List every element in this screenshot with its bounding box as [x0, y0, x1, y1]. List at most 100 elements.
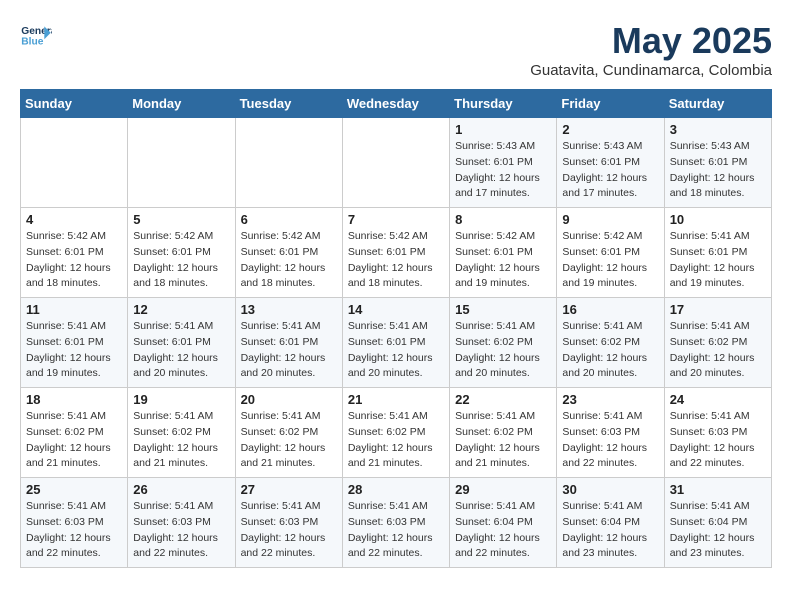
day-number: 17: [670, 302, 766, 317]
col-header-saturday: Saturday: [664, 90, 771, 118]
calendar-cell: 10Sunrise: 5:41 AM Sunset: 6:01 PM Dayli…: [664, 208, 771, 298]
day-info: Sunrise: 5:41 AM Sunset: 6:01 PM Dayligh…: [133, 319, 229, 382]
calendar-cell: 29 Sunrise: 5:41 AM Sunset: 6:04 PM Dayli…: [450, 478, 557, 568]
day-info: Sunrise: 5:41 AM Sunset: 6:02 PM Dayligh…: [455, 319, 551, 382]
calendar-cell: 23 Sunrise: 5:41 AM Sunset: 6:03 PM Dayli…: [557, 388, 664, 478]
week-row-3: 11 Sunrise: 5:41 AM Sunset: 6:01 PM Dayli…: [21, 298, 772, 388]
calendar-table: SundayMondayTuesdayWednesdayThursdayFrid…: [20, 89, 772, 568]
day-info: Sunrise: 5:42 AM Sunset: 6:01 PM Dayligh…: [26, 229, 122, 292]
calendar-cell: 16 Sunrise: 5:41 AM Sunset: 6:02 PM Dayli…: [557, 298, 664, 388]
header-row: SundayMondayTuesdayWednesdayThursdayFrid…: [21, 90, 772, 118]
day-info: Sunrise: 5:41 AM Sunset: 6:02 PM Dayligh…: [670, 319, 766, 382]
logo-icon: General Blue: [20, 20, 52, 52]
day-info: Sunrise: 5:41 AM Sunset: 6:02 PM Dayligh…: [241, 409, 337, 472]
month-title: May 2025: [530, 20, 772, 62]
day-info: Sunrise: 5:41 AM Sunset: 6:02 PM Dayligh…: [26, 409, 122, 472]
day-info: Sunrise: 5:43 AM Sunset: 6:01 PM Dayligh…: [562, 139, 658, 202]
day-number: 19: [133, 392, 229, 407]
calendar-cell: 3Sunrise: 5:43 AM Sunset: 6:01 PM Daylig…: [664, 118, 771, 208]
calendar-cell: 17 Sunrise: 5:41 AM Sunset: 6:02 PM Dayli…: [664, 298, 771, 388]
calendar-cell: [128, 118, 235, 208]
calendar-cell: 12Sunrise: 5:41 AM Sunset: 6:01 PM Dayli…: [128, 298, 235, 388]
day-number: 25: [26, 482, 122, 497]
day-info: Sunrise: 5:41 AM Sunset: 6:01 PM Dayligh…: [26, 319, 122, 382]
calendar-cell: 21 Sunrise: 5:41 AM Sunset: 6:02 PM Dayli…: [342, 388, 449, 478]
col-header-friday: Friday: [557, 90, 664, 118]
day-number: 18: [26, 392, 122, 407]
day-number: 22: [455, 392, 551, 407]
day-number: 31: [670, 482, 766, 497]
day-number: 8: [455, 212, 551, 227]
day-number: 28: [348, 482, 444, 497]
day-number: 16: [562, 302, 658, 317]
logo: General Blue: [20, 20, 52, 52]
day-info: Sunrise: 5:42 AM Sunset: 6:01 PM Dayligh…: [133, 229, 229, 292]
week-row-5: 25 Sunrise: 5:41 AM Sunset: 6:03 PM Dayli…: [21, 478, 772, 568]
day-info: Sunrise: 5:42 AM Sunset: 6:01 PM Dayligh…: [455, 229, 551, 292]
day-info: Sunrise: 5:41 AM Sunset: 6:03 PM Dayligh…: [670, 409, 766, 472]
calendar-cell: 6Sunrise: 5:42 AM Sunset: 6:01 PM Daylig…: [235, 208, 342, 298]
day-number: 2: [562, 122, 658, 137]
calendar-cell: 15Sunrise: 5:41 AM Sunset: 6:02 PM Dayli…: [450, 298, 557, 388]
day-number: 5: [133, 212, 229, 227]
calendar-cell: 8 Sunrise: 5:42 AM Sunset: 6:01 PM Daylig…: [450, 208, 557, 298]
day-number: 6: [241, 212, 337, 227]
day-number: 29: [455, 482, 551, 497]
day-info: Sunrise: 5:41 AM Sunset: 6:02 PM Dayligh…: [455, 409, 551, 472]
day-number: 14: [348, 302, 444, 317]
calendar-cell: 24 Sunrise: 5:41 AM Sunset: 6:03 PM Dayli…: [664, 388, 771, 478]
day-number: 4: [26, 212, 122, 227]
day-info: Sunrise: 5:41 AM Sunset: 6:04 PM Dayligh…: [562, 499, 658, 562]
day-number: 11: [26, 302, 122, 317]
day-info: Sunrise: 5:43 AM Sunset: 6:01 PM Dayligh…: [455, 139, 551, 202]
day-number: 7: [348, 212, 444, 227]
day-info: Sunrise: 5:41 AM Sunset: 6:03 PM Dayligh…: [562, 409, 658, 472]
subtitle: Guatavita, Cundinamarca, Colombia: [530, 62, 772, 79]
week-row-1: 1 Sunrise: 5:43 AM Sunset: 6:01 PM Daylig…: [21, 118, 772, 208]
col-header-wednesday: Wednesday: [342, 90, 449, 118]
calendar-cell: [235, 118, 342, 208]
calendar-cell: 19 Sunrise: 5:41 AM Sunset: 6:02 PM Dayli…: [128, 388, 235, 478]
day-number: 13: [241, 302, 337, 317]
calendar-cell: 27 Sunrise: 5:41 AM Sunset: 6:03 PM Dayli…: [235, 478, 342, 568]
header: General Blue May 2025 Guatavita, Cundina…: [20, 20, 772, 79]
day-number: 9: [562, 212, 658, 227]
day-info: Sunrise: 5:41 AM Sunset: 6:02 PM Dayligh…: [133, 409, 229, 472]
calendar-cell: 31Sunrise: 5:41 AM Sunset: 6:04 PM Dayli…: [664, 478, 771, 568]
day-number: 1: [455, 122, 551, 137]
day-number: 20: [241, 392, 337, 407]
calendar-cell: 1 Sunrise: 5:43 AM Sunset: 6:01 PM Daylig…: [450, 118, 557, 208]
day-number: 27: [241, 482, 337, 497]
week-row-2: 4 Sunrise: 5:42 AM Sunset: 6:01 PM Daylig…: [21, 208, 772, 298]
day-info: Sunrise: 5:41 AM Sunset: 6:01 PM Dayligh…: [348, 319, 444, 382]
day-number: 10: [670, 212, 766, 227]
day-number: 30: [562, 482, 658, 497]
day-number: 23: [562, 392, 658, 407]
calendar-cell: 26Sunrise: 5:41 AM Sunset: 6:03 PM Dayli…: [128, 478, 235, 568]
day-info: Sunrise: 5:41 AM Sunset: 6:01 PM Dayligh…: [241, 319, 337, 382]
calendar-cell: 25 Sunrise: 5:41 AM Sunset: 6:03 PM Dayli…: [21, 478, 128, 568]
calendar-cell: 20 Sunrise: 5:41 AM Sunset: 6:02 PM Dayli…: [235, 388, 342, 478]
col-header-monday: Monday: [128, 90, 235, 118]
day-info: Sunrise: 5:41 AM Sunset: 6:03 PM Dayligh…: [241, 499, 337, 562]
calendar-cell: 28 Sunrise: 5:41 AM Sunset: 6:03 PM Dayli…: [342, 478, 449, 568]
day-info: Sunrise: 5:41 AM Sunset: 6:04 PM Dayligh…: [455, 499, 551, 562]
title-area: May 2025 Guatavita, Cundinamarca, Colomb…: [530, 20, 772, 79]
calendar-cell: 22 Sunrise: 5:41 AM Sunset: 6:02 PM Dayli…: [450, 388, 557, 478]
calendar-cell: 4 Sunrise: 5:42 AM Sunset: 6:01 PM Daylig…: [21, 208, 128, 298]
day-number: 24: [670, 392, 766, 407]
day-number: 26: [133, 482, 229, 497]
day-info: Sunrise: 5:41 AM Sunset: 6:03 PM Dayligh…: [26, 499, 122, 562]
day-info: Sunrise: 5:41 AM Sunset: 6:03 PM Dayligh…: [348, 499, 444, 562]
col-header-thursday: Thursday: [450, 90, 557, 118]
col-header-sunday: Sunday: [21, 90, 128, 118]
calendar-cell: 11 Sunrise: 5:41 AM Sunset: 6:01 PM Dayli…: [21, 298, 128, 388]
col-header-tuesday: Tuesday: [235, 90, 342, 118]
svg-text:Blue: Blue: [21, 36, 43, 47]
day-number: 3: [670, 122, 766, 137]
calendar-cell: 18 Sunrise: 5:41 AM Sunset: 6:02 PM Dayli…: [21, 388, 128, 478]
calendar-cell: [21, 118, 128, 208]
day-info: Sunrise: 5:41 AM Sunset: 6:02 PM Dayligh…: [562, 319, 658, 382]
day-number: 21: [348, 392, 444, 407]
day-info: Sunrise: 5:41 AM Sunset: 6:02 PM Dayligh…: [348, 409, 444, 472]
